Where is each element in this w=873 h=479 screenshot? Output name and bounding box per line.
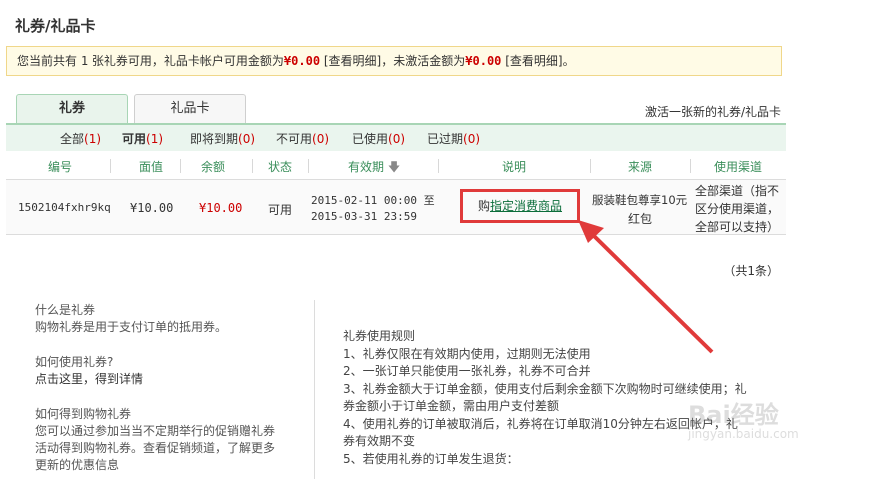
faq-answer-1: 购物礼券是用于支付订单的抵用券。 [35,320,228,334]
watermark-sub: jingyan.baidu.com [688,427,799,441]
faq-answer-3-line-1: 您可以通过参加当当不定期举行的促销赠礼券 [35,424,276,438]
baidu-jingyan-watermark: Bai经验 jingyan.baidu.com [688,395,799,445]
faq-question-1: 什么是礼券 [35,303,96,317]
rules-title: 礼券使用规则 [343,329,416,343]
rule-line: 1、礼券仅限在有效期内使用，过期则无法使用 [343,346,591,361]
faq-section: 什么是礼券 购物礼券是用于支付订单的抵用券。 如何使用礼券? 点击这里，得到详情… [35,302,295,474]
faq-answer-3-line-2: 活动得到购物礼券。查看促销频道，了解更多 [35,441,276,455]
faq-answer-3-line-3: 更新的优惠信息 [35,458,120,472]
faq-question-2: 如何使用礼券? [35,355,114,369]
faq-question-3: 如何得到购物礼券 [35,407,132,421]
rule-line: 2、一张订单只能使用一张礼券，礼券不可合并 [343,364,591,378]
total-count: （共1条） [723,264,779,278]
watermark-text: Bai经验 [688,401,779,429]
section-divider [314,300,315,479]
rule-line: 5、若使用礼券的订单发生退货： [343,451,519,466]
faq-detail-link[interactable]: 点击这里，得到详情 [35,371,295,388]
